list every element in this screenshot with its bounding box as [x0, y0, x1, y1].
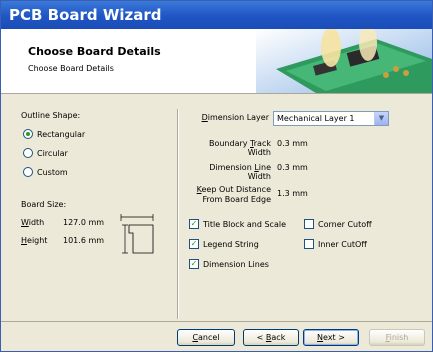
cancel-button[interactable]: Cancel	[177, 329, 235, 346]
next-button[interactable]: Next >	[303, 329, 359, 346]
finish-button[interactable]: Finish	[369, 329, 425, 346]
back-button[interactable]: < Back	[243, 329, 299, 346]
wizard-window: PCB Board Wizard Choose Board Details Ch…	[0, 0, 433, 352]
button-bar: Cancel < Back Next > Finish	[1, 1, 432, 353]
